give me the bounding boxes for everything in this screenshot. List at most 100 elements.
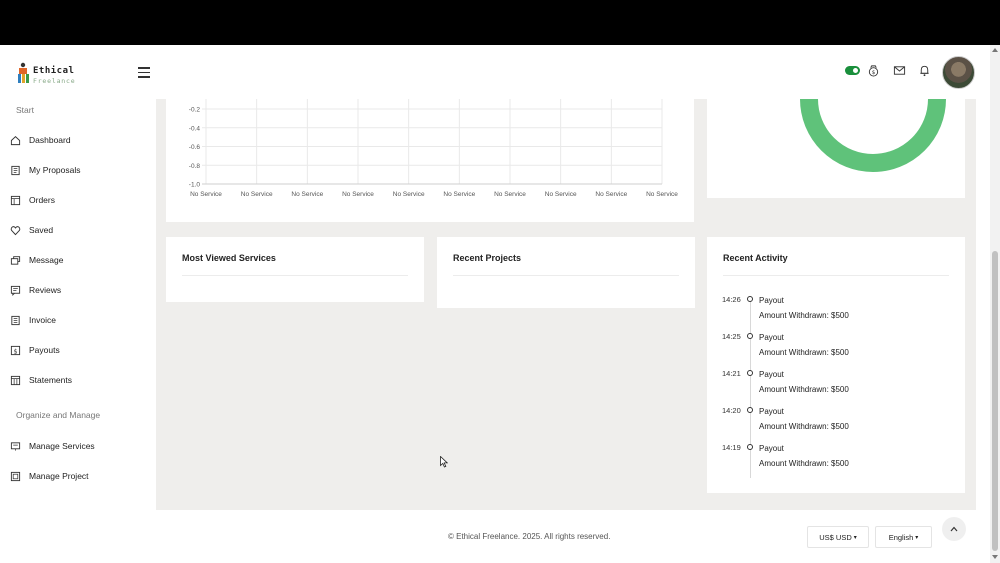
timeline-dot xyxy=(747,444,753,450)
message-icon xyxy=(10,255,21,265)
theme-toggle-switch[interactable] xyxy=(845,66,860,75)
sidebar-item-orders[interactable]: Orders xyxy=(10,192,150,208)
sidebar-item-saved[interactable]: Saved xyxy=(10,222,150,238)
y-tick-label: -0.8 xyxy=(189,163,201,170)
app-frame: Ethical Freelance $ Start Dashboard My P… xyxy=(0,45,1000,563)
brand-tagline: Freelance xyxy=(33,77,76,85)
sidebar-item-payouts[interactable]: $ Payouts xyxy=(10,342,150,358)
activity-item: 14:25 Payout Amount Withdrawn: $500 xyxy=(707,332,965,369)
main-content: -0.2 -0.4 -0.6 -0.8 -1.0 No Service No Service… xyxy=(156,99,976,555)
scrollbar-thumb[interactable] xyxy=(992,251,998,551)
svg-text:$: $ xyxy=(13,347,17,355)
sidebar-section-start: Start xyxy=(16,105,34,115)
orders-icon xyxy=(10,195,21,205)
sidebar-item-manage-services[interactable]: Manage Services xyxy=(10,438,150,454)
invoice-icon xyxy=(11,315,20,325)
line-chart: -0.2 -0.4 -0.6 -0.8 -1.0 No Service No Service… xyxy=(189,99,678,198)
activity-title: Payout xyxy=(759,444,784,453)
divider xyxy=(182,275,408,276)
sidebar-item-message[interactable]: Message xyxy=(10,252,150,268)
activity-description: Amount Withdrawn: $500 xyxy=(759,348,849,357)
activity-description: Amount Withdrawn: $500 xyxy=(759,459,849,468)
timeline-dot xyxy=(747,407,753,413)
x-tick-label: No Service xyxy=(241,191,273,198)
document-icon xyxy=(11,165,20,175)
card-title: Recent Activity xyxy=(723,253,788,263)
caret-down-icon: ▾ xyxy=(915,534,919,541)
activity-item: 14:26 Payout Amount Withdrawn: $500 xyxy=(707,295,965,332)
x-tick-label: No Service xyxy=(393,191,425,198)
activity-time: 14:25 xyxy=(722,332,741,341)
divider xyxy=(723,275,949,276)
statement-icon xyxy=(10,375,21,385)
x-tick-label: No Service xyxy=(545,191,577,198)
services-icon xyxy=(10,441,21,451)
sidebar-item-reviews[interactable]: Reviews xyxy=(10,282,150,298)
top-bar: Ethical Freelance $ xyxy=(0,45,990,99)
language-value: English xyxy=(888,532,914,542)
sidebar-item-label: Statements xyxy=(29,375,72,385)
svg-text:$: $ xyxy=(872,70,876,76)
recent-projects-card: Recent Projects xyxy=(437,237,695,308)
user-avatar[interactable] xyxy=(942,56,975,89)
sidebar-item-label: My Proposals xyxy=(29,165,81,175)
earnings-chart-card: -0.2 -0.4 -0.6 -0.8 -1.0 No Service No Service… xyxy=(166,99,694,222)
donut-chart-card xyxy=(707,99,965,198)
y-tick-label: -0.2 xyxy=(189,107,201,114)
donut-ring xyxy=(800,99,946,172)
bell-icon[interactable] xyxy=(918,64,931,77)
sidebar-item-label: Payouts xyxy=(29,345,60,355)
y-tick-label: -1.0 xyxy=(189,182,201,189)
activity-time: 14:21 xyxy=(722,369,741,378)
sidebar-item-label: Saved xyxy=(29,225,54,235)
recent-activity-card: Recent Activity 14:26 Payout Amount With… xyxy=(707,237,965,493)
activity-time: 14:26 xyxy=(722,295,741,304)
donut-chart xyxy=(800,99,946,172)
sidebar-section-manage: Organize and Manage xyxy=(16,410,101,420)
page-scrollbar[interactable] xyxy=(990,45,1000,563)
sidebar-item-manage-project[interactable]: Manage Project xyxy=(10,468,150,484)
home-icon xyxy=(10,135,21,145)
activity-description: Amount Withdrawn: $500 xyxy=(759,422,849,431)
x-tick-label: No Service xyxy=(595,191,627,198)
sidebar-item-invoice[interactable]: Invoice xyxy=(10,312,150,328)
timeline-dot xyxy=(747,333,753,339)
most-viewed-services-card: Most Viewed Services xyxy=(166,237,424,302)
payout-icon: $ xyxy=(10,345,21,355)
sidebar-item-dashboard[interactable]: Dashboard xyxy=(10,132,150,148)
activity-time: 14:19 xyxy=(722,443,741,452)
timeline-dot xyxy=(747,370,753,376)
activity-description: Amount Withdrawn: $500 xyxy=(759,385,849,394)
reviews-icon xyxy=(10,285,21,296)
scroll-to-top-button[interactable] xyxy=(942,517,966,541)
project-icon xyxy=(10,471,21,481)
x-tick-label: No Service xyxy=(291,191,323,198)
language-dropdown[interactable]: English ▾ xyxy=(875,526,932,548)
divider xyxy=(453,275,679,276)
x-tick-label: No Service xyxy=(646,191,678,198)
brand-logo[interactable]: Ethical Freelance xyxy=(14,62,84,86)
activity-item: 14:20 Payout Amount Withdrawn: $500 xyxy=(707,406,965,443)
sidebar-item-my-proposals[interactable]: My Proposals xyxy=(10,162,150,178)
activity-title: Payout xyxy=(759,407,784,416)
activity-title: Payout xyxy=(759,296,784,305)
y-tick-label: -0.4 xyxy=(189,125,201,132)
sidebar-item-label: Dashboard xyxy=(29,135,71,145)
x-tick-label: No Service xyxy=(190,191,222,198)
mouse-cursor-icon xyxy=(440,456,448,468)
activity-item: 14:19 Payout Amount Withdrawn: $500 xyxy=(707,443,965,480)
sidebar-item-label: Manage Services xyxy=(29,441,95,451)
sidebar-item-label: Invoice xyxy=(29,315,56,325)
sidebar-item-label: Reviews xyxy=(29,285,62,295)
card-title: Recent Projects xyxy=(453,253,522,263)
currency-dropdown[interactable]: US$ USD ▾ xyxy=(807,526,869,548)
wallet-icon[interactable]: $ xyxy=(867,64,880,77)
chevron-up-icon xyxy=(950,526,958,532)
menu-toggle-button[interactable] xyxy=(138,67,150,78)
mail-icon[interactable] xyxy=(893,64,906,77)
copyright-text: © Ethical Freelance. 2025. All rights re… xyxy=(448,532,611,541)
sidebar-item-statements[interactable]: Statements xyxy=(10,372,150,388)
activity-title: Payout xyxy=(759,333,784,342)
brand-name: Ethical xyxy=(33,66,75,76)
card-title: Most Viewed Services xyxy=(182,253,276,263)
